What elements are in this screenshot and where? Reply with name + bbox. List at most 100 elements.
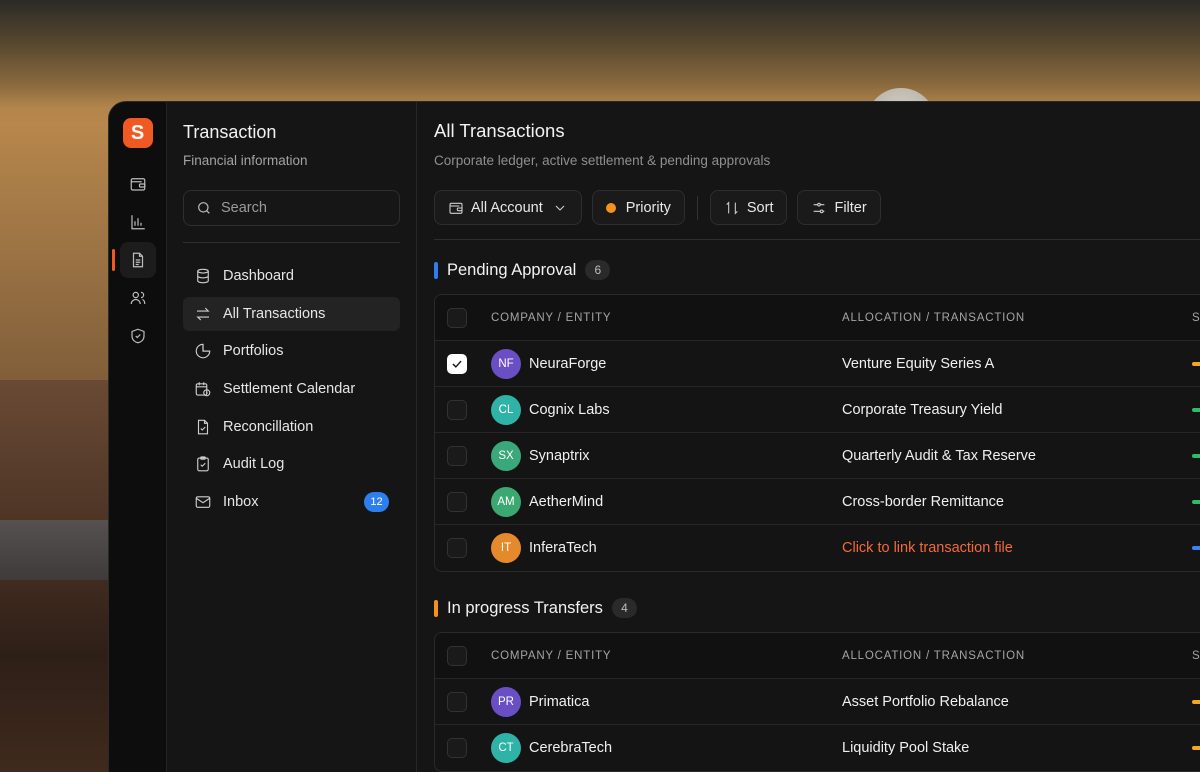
table-row[interactable]: CT CerebraTech Liquidity Pool Stake [435,725,1200,771]
chart-icon [130,215,145,230]
row-checkbox[interactable] [447,691,467,712]
priority-button[interactable]: Priority [591,190,685,225]
sort-label: Sort [746,199,774,216]
row-checkbox[interactable] [447,491,467,512]
rail-wallet-button[interactable] [120,166,156,202]
status-indicator [1192,546,1200,550]
sort-arrows-icon [726,200,738,215]
account-select-label: All Account [471,199,543,216]
check-icon [452,360,462,368]
sliders-icon [814,202,825,213]
sidebar-divider [183,242,400,243]
calendar-clock-icon [195,382,211,397]
column-header-status[interactable]: S [1192,650,1200,662]
row-checkbox[interactable] [447,538,467,558]
search-input[interactable] [221,200,381,216]
column-header-company[interactable]: COMPANY / ENTITY [491,650,842,662]
table-row[interactable]: PR Primatica Asset Portfolio Rebalance [435,679,1200,725]
sidebar-item-label: Settlement Calendar [223,381,356,398]
company-name: NeuraForge [529,355,607,372]
column-header-company[interactable]: COMPANY / ENTITY [491,312,842,324]
section-accent-bar [434,261,438,279]
row-checkbox[interactable] [447,353,467,374]
transactions-table: COMPANY / ENTITY ALLOCATION / TRANSACTION… [434,632,1200,772]
section-accent-bar [434,599,438,617]
table-row[interactable]: CL Cognix Labs Corporate Treasury Yield [435,387,1200,433]
sidebar-item-settlement-calendar[interactable]: Settlement Calendar [183,372,400,406]
company-name: AetherMind [529,493,604,510]
mail-icon [195,496,211,508]
sidebar-title: Transaction [183,122,277,142]
row-checkbox[interactable] [447,738,467,758]
section-title: Pending Approval [447,260,577,279]
company-name: CerebraTech [529,740,613,756]
row-checkbox[interactable] [447,445,467,466]
company-avatar: CL [491,394,521,425]
column-header-status[interactable]: S [1192,312,1200,324]
status-indicator [1192,499,1200,504]
rail-chart-button[interactable] [120,204,156,240]
sidebar-item-dashboard[interactable]: Dashboard [183,259,400,293]
allocation-text: Venture Equity Series A [842,355,995,372]
sidebar-item-audit-log[interactable]: Audit Log [183,447,400,481]
icon-rail: S [109,102,167,772]
company-name: Cognix Labs [529,401,610,418]
users-icon [130,291,145,305]
search-box[interactable] [183,190,400,226]
inbox-count-badge: 12 [364,492,389,513]
rail-shield-button[interactable] [120,318,156,354]
row-checkbox[interactable] [447,399,467,420]
select-all-checkbox[interactable] [447,645,467,666]
select-all-checkbox[interactable] [447,307,467,328]
section-count-badge: 6 [585,260,611,280]
page-subtitle: Corporate ledger, active settlement & pe… [434,153,771,168]
table-row[interactable]: NF NeuraForge Venture Equity Series A [435,341,1200,387]
company-avatar: SX [491,440,521,471]
sidebar-item-label: Reconcillation [223,418,314,435]
allocation-text: Cross-border Remittance [842,493,1004,510]
toolbar-divider [434,239,1200,240]
chevron-down-icon [555,205,565,211]
table-row[interactable]: IT InferaTech Click to link transaction fi… [435,525,1200,571]
transaction-sections: Pending Approval 6 COMPANY / ENTITY ALLOCAT… [434,260,1200,772]
allocation-text: Asset Portfolio Rebalance [842,693,1009,710]
allocation-text: Liquidity Pool Stake [842,740,970,756]
app-logo[interactable]: S [122,118,153,148]
search-icon [198,202,210,214]
status-indicator [1192,699,1200,704]
company-name: Primatica [529,693,590,710]
table-row[interactable]: SX Synaptrix Quarterly Audit & Tax Reserve [435,433,1200,479]
background-water [0,520,120,580]
column-header-allocation[interactable]: ALLOCATION / TRANSACTION [842,650,1192,662]
company-name: InferaTech [529,540,597,556]
link-transaction-file-link[interactable]: Click to link transaction file [842,540,1192,556]
column-header-allocation[interactable]: ALLOCATION / TRANSACTION [842,312,1192,324]
sidebar-item-inbox[interactable]: Inbox 12 [183,485,400,519]
company-avatar: CT [491,733,521,763]
wallet-icon [130,178,145,191]
company-avatar: PR [491,686,521,717]
sort-button[interactable]: Sort [709,190,788,225]
sidebar-item-all-transactions[interactable]: All Transactions [183,296,400,331]
document-icon [132,252,143,268]
sidebar-item-label: Inbox [223,494,259,511]
section-header: Pending Approval 6 [434,260,1200,280]
table-header: COMPANY / ENTITY ALLOCATION / TRANSACTION… [435,295,1200,341]
sidebar: Transaction Financial information Dashbo… [167,102,417,772]
sidebar-item-reconcillation[interactable]: Reconcillation [183,410,400,444]
filter-button[interactable]: Filter [797,190,881,225]
page-title: All Transactions [434,120,565,141]
pie-chart-icon [195,344,211,359]
sidebar-item-label: Portfolios [223,343,284,360]
sidebar-item-portfolios[interactable]: Portfolios [183,334,400,368]
allocation-text: Quarterly Audit & Tax Reserve [842,447,1036,464]
status-indicator [1192,361,1200,366]
status-indicator [1192,407,1200,412]
transactions-table: COMPANY / ENTITY ALLOCATION / TRANSACTION… [434,294,1200,572]
table-row[interactable]: AM AetherMind Cross-border Remittance [435,479,1200,525]
company-avatar: NF [491,348,521,379]
rail-document-button[interactable] [111,242,156,278]
rail-users-button[interactable] [120,280,156,316]
sidebar-subtitle: Financial information [183,153,308,168]
account-select[interactable]: All Account [434,190,582,225]
